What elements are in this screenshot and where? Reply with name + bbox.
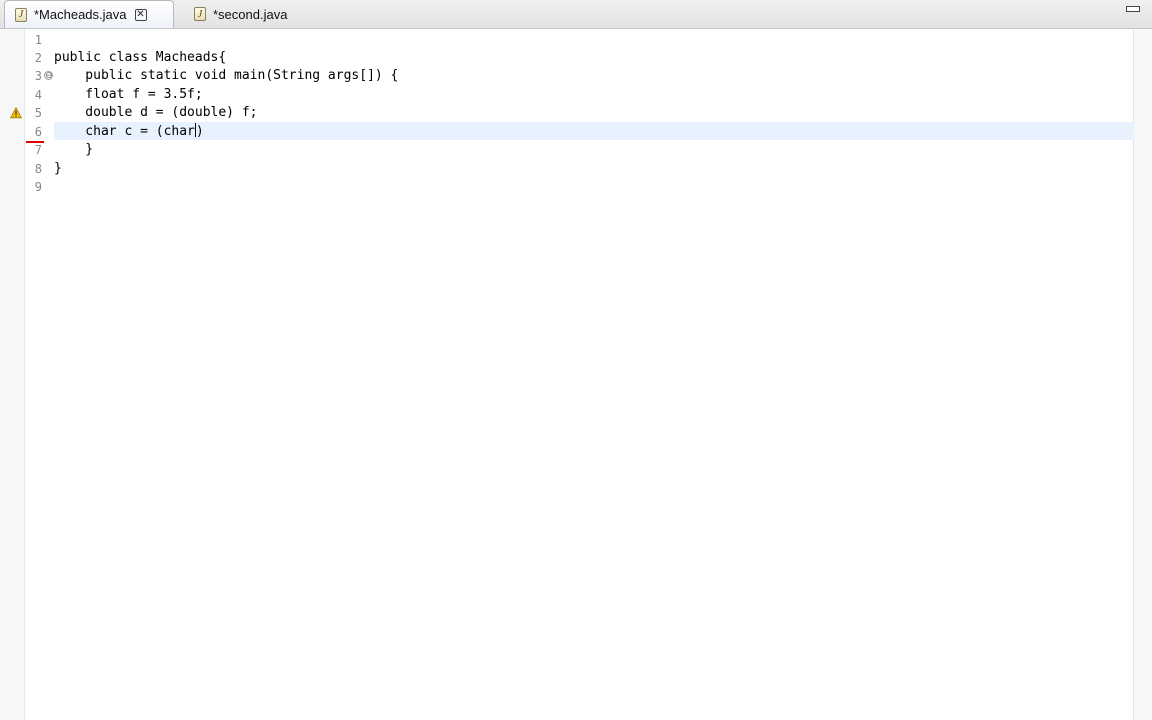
code-line: }: [54, 142, 94, 157]
line-number: 4: [34, 88, 42, 102]
tab-second-java[interactable]: J *second.java: [186, 0, 336, 28]
code-line: public static void main(String args[]) {: [54, 68, 399, 83]
line-number: 7: [34, 143, 42, 157]
editor-tab-bar: J *Macheads.java ✕ J *second.java: [0, 0, 1152, 29]
tab-macheads-java[interactable]: J *Macheads.java ✕: [4, 0, 174, 28]
code-line-active: char c = (char): [54, 123, 204, 141]
error-marker: [26, 141, 44, 143]
line-number: 3: [34, 69, 42, 83]
fold-collapse-icon[interactable]: ⊖: [44, 71, 53, 80]
code-line: }: [54, 161, 62, 176]
code-text: ): [195, 124, 204, 139]
eclipse-editor-window: J *Macheads.java ✕ J *second.java 1 2 3 …: [0, 0, 1152, 720]
line-number: 1: [34, 33, 42, 47]
current-line-highlight: [54, 122, 1134, 140]
code-text: char c = (char: [54, 124, 195, 139]
line-number: 2: [34, 51, 42, 65]
line-number: 9: [34, 180, 42, 194]
java-file-icon: J: [194, 7, 206, 21]
close-icon[interactable]: ✕: [134, 8, 147, 21]
overview-ruler[interactable]: [1133, 29, 1152, 720]
line-number: 6: [34, 125, 42, 139]
code-line: double d = (double) f;: [54, 105, 258, 120]
code-line: public class Macheads{: [54, 50, 227, 65]
annotation-ruler[interactable]: [0, 29, 25, 720]
java-file-icon: J: [15, 7, 27, 22]
tab-label: *Macheads.java: [34, 7, 127, 22]
code-editor[interactable]: 1 2 3 4 5 6 7 8 9 ⊖ public class Machead…: [0, 29, 1152, 720]
warning-icon[interactable]: [10, 107, 22, 119]
code-line: float f = 3.5f;: [54, 87, 203, 102]
minimize-icon[interactable]: [1126, 6, 1140, 12]
line-number: 8: [34, 162, 42, 176]
tab-label: *second.java: [213, 6, 288, 22]
line-number: 5: [34, 106, 42, 120]
